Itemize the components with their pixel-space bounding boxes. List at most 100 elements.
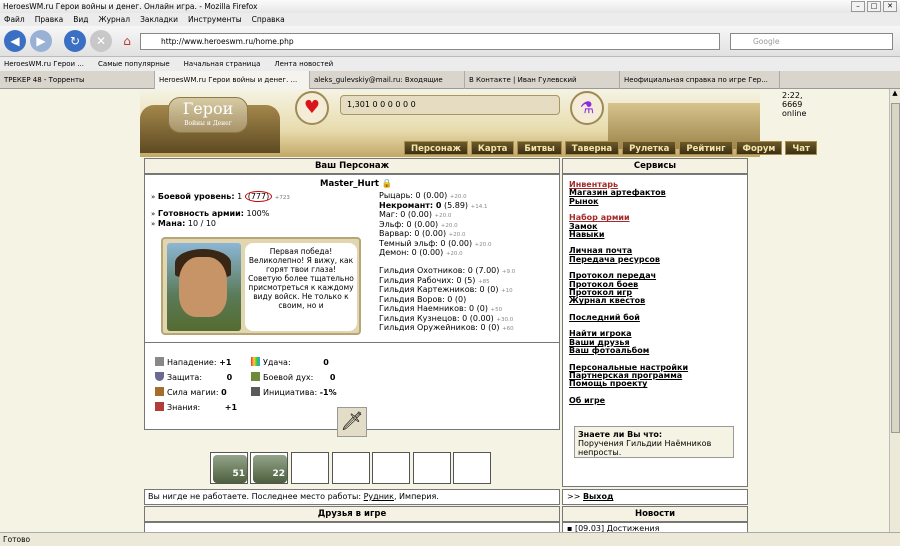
sword-artifact[interactable]: 🗡 bbox=[337, 407, 367, 437]
service-link[interactable]: Ваш фотоальбом bbox=[569, 346, 688, 355]
search-input[interactable]: Google bbox=[730, 33, 893, 50]
services-title: Сервисы bbox=[562, 158, 748, 174]
menu-edit[interactable]: Правка bbox=[35, 13, 64, 26]
shield-icon bbox=[155, 372, 164, 381]
nav-character[interactable]: Персонаж bbox=[404, 141, 468, 155]
url-input[interactable]: http://www.heroeswm.ru/home.php bbox=[140, 33, 720, 50]
service-link[interactable]: Рынок bbox=[569, 197, 688, 206]
stop-icon[interactable]: ✕ bbox=[90, 30, 112, 52]
book-icon bbox=[155, 402, 164, 411]
game-nav: Персонаж Карта Битвы Таверна Рулетка Рей… bbox=[404, 141, 817, 155]
resources-bar: 1,301 0 0 0 0 0 0 bbox=[340, 95, 560, 115]
nav-tavern[interactable]: Таверна bbox=[564, 141, 620, 155]
tab-vkontakte[interactable]: В Контакте | Иван Гулевский bbox=[465, 71, 620, 89]
tab-torrents[interactable]: ТРЕКЕР 48 - Торренты bbox=[0, 71, 155, 89]
menu-tools[interactable]: Инструменты bbox=[188, 13, 242, 26]
potion-icon[interactable]: ⚗ bbox=[570, 91, 604, 125]
game-logo[interactable]: Герои Войны и Денег bbox=[168, 97, 248, 133]
reload-icon[interactable]: ↻ bbox=[64, 30, 86, 52]
services-group: Набор армии Замок Навыки bbox=[569, 213, 688, 239]
workplace-link[interactable]: Рудник bbox=[364, 492, 394, 501]
window-title: HeroesWM.ru Герои войны и денег. Онлайн … bbox=[3, 2, 258, 11]
online-counter: 2:22, 6669 online bbox=[782, 91, 807, 118]
tip-box: Знаете ли Вы что: Поручения Гильдии Наёмн… bbox=[574, 426, 734, 458]
heart-icon[interactable]: ♥ bbox=[295, 91, 329, 125]
menu-bar: Файл Правка Вид Журнал Закладки Инструме… bbox=[0, 13, 900, 26]
page-scrollbar[interactable]: ▲ bbox=[889, 89, 900, 532]
minimize-button[interactable]: – bbox=[851, 1, 865, 12]
status-bar: Готово bbox=[0, 532, 900, 546]
morale-icon bbox=[251, 372, 260, 381]
character-panel-title: Ваш Персонаж bbox=[144, 158, 560, 174]
friends-title: Друзья в игре bbox=[144, 506, 560, 522]
stat-initiative: Инициатива: -1% bbox=[251, 387, 337, 397]
army-slot-empty[interactable] bbox=[332, 452, 370, 484]
nav-chat[interactable]: Чат bbox=[785, 141, 817, 155]
services-group: Персональные настройки Партнерская програ… bbox=[569, 363, 688, 389]
nav-map[interactable]: Карта bbox=[470, 141, 515, 155]
services-group: Найти игрока Ваши друзья Ваш фотоальбом bbox=[569, 329, 688, 355]
bookmark-item[interactable]: Самые популярные bbox=[98, 57, 170, 71]
army-slot-empty[interactable] bbox=[413, 452, 451, 484]
army-slot[interactable]: 51 bbox=[210, 452, 248, 484]
service-link[interactable]: Последний бой bbox=[569, 313, 688, 322]
faction-list: Рыцарь: 0 (0.00) +20.0 Некромант: 0 (5.89… bbox=[379, 191, 492, 259]
character-panel: Master_Hurt 🔒 » Боевой уровень: 1 (777) … bbox=[144, 174, 560, 437]
army-slot[interactable]: 22 bbox=[250, 452, 288, 484]
game-header: Герои Войны и Денег ♥ 1,301 0 0 0 0 0 0 ⚗… bbox=[140, 89, 817, 157]
services-group: Протокол передач Протокол боев Протокол иг… bbox=[569, 271, 688, 306]
bookmark-item[interactable]: HeroesWM.ru Герои ... bbox=[4, 57, 84, 71]
menu-bookmarks[interactable]: Закладки bbox=[140, 13, 178, 26]
menu-history[interactable]: Журнал bbox=[99, 13, 131, 26]
character-name[interactable]: Master_Hurt 🔒 bbox=[320, 179, 393, 189]
nav-rating[interactable]: Рейтинг bbox=[679, 141, 733, 155]
close-window-button[interactable]: ✕ bbox=[883, 1, 897, 12]
rainbow-icon bbox=[251, 357, 260, 366]
exit-link[interactable]: Выход bbox=[583, 492, 613, 501]
swords-icon bbox=[155, 357, 164, 366]
news-item[interactable]: [09.03] Достижения bbox=[575, 524, 659, 532]
nav-roulette[interactable]: Рулетка bbox=[622, 141, 677, 155]
stat-magic: Сила магии: 0 bbox=[155, 387, 227, 397]
stat-attack: Нападение: +1 bbox=[155, 357, 231, 367]
services-group: Последний бой bbox=[569, 313, 688, 322]
navigation-toolbar: ◀ ▶ ↻ ✕ ⌂ http://www.heroeswm.ru/home.ph… bbox=[0, 26, 900, 57]
service-link[interactable]: Об игре bbox=[569, 396, 688, 405]
army-slot-empty[interactable] bbox=[372, 452, 410, 484]
back-icon[interactable]: ◀ bbox=[4, 30, 26, 52]
guild-list: Гильдия Охотников: 0 (7.00) +9.0 Гильдия … bbox=[379, 266, 515, 334]
service-link[interactable]: Навыки bbox=[569, 230, 688, 239]
services-group: Инвентарь Магазин артефактов Рынок bbox=[569, 180, 688, 206]
tab-guide[interactable]: Неофициальная справка по игре Гер... bbox=[620, 71, 780, 89]
stat-knowledge: Знания: +1 bbox=[155, 402, 237, 412]
nav-forum[interactable]: Форум bbox=[735, 141, 783, 155]
service-link[interactable]: Помощь проекту bbox=[569, 379, 688, 388]
work-status: Вы нигде не работаете. Последнее место р… bbox=[144, 489, 560, 505]
nav-battles[interactable]: Битвы bbox=[517, 141, 562, 155]
tutorial-dialog: Первая победа! Великолепно! Я вижу, как … bbox=[161, 237, 361, 335]
menu-file[interactable]: Файл bbox=[4, 13, 25, 26]
bookmark-item[interactable]: Начальная страница bbox=[184, 57, 261, 71]
bookmark-item[interactable]: Лента новостей bbox=[274, 57, 333, 71]
army-slot-empty[interactable] bbox=[291, 452, 329, 484]
scrollbar-thumb[interactable] bbox=[891, 103, 900, 433]
menu-help[interactable]: Справка bbox=[252, 13, 285, 26]
tab-mail[interactable]: aleks_gulevskiy@mail.ru: Входящие bbox=[310, 71, 465, 89]
army-slot-empty[interactable] bbox=[453, 452, 491, 484]
forward-icon[interactable]: ▶ bbox=[30, 30, 52, 52]
guild-row: Гильдия Оружейников: 0 (0) +60 bbox=[379, 323, 514, 332]
stat-luck: Удача: 0 bbox=[251, 357, 329, 367]
bookmarks-toolbar: HeroesWM.ru Герои ... Самые популярные Н… bbox=[0, 57, 900, 71]
service-link[interactable]: Журнал квестов bbox=[569, 297, 688, 306]
friends-panel bbox=[144, 522, 560, 532]
tab-heroeswm[interactable]: HeroesWM.ru Герои войны и денег. ... bbox=[155, 71, 310, 89]
maximize-button[interactable]: □ bbox=[867, 1, 881, 12]
tab-bar: ТРЕКЕР 48 - Торренты HeroesWM.ru Герои в… bbox=[0, 71, 900, 89]
home-icon[interactable]: ⌂ bbox=[116, 30, 138, 52]
army-readiness-row: » Готовность армии: 100% bbox=[151, 209, 270, 218]
hourglass-icon bbox=[251, 387, 260, 396]
faction-row: Демон: 0 (0.00) +20.0 bbox=[379, 248, 463, 257]
service-link[interactable]: Передача ресурсов bbox=[569, 255, 688, 264]
menu-view[interactable]: Вид bbox=[73, 13, 88, 26]
bullet-icon: » bbox=[151, 193, 156, 201]
